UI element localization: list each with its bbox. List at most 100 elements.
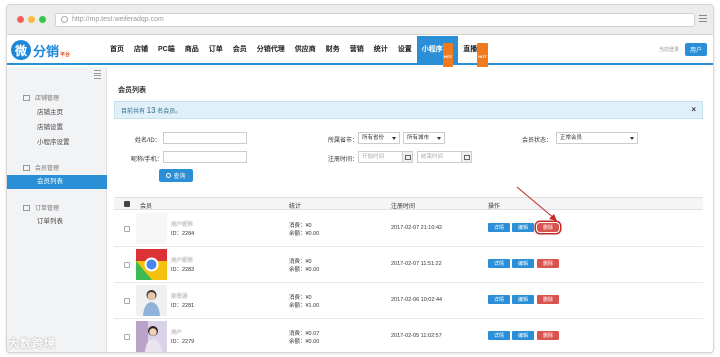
member-name: 郭思源 [171, 294, 188, 300]
edit-button[interactable]: 编辑 [512, 295, 534, 304]
detail-button[interactable]: 详情 [488, 223, 510, 232]
nav-item-live-label: 直播 [463, 46, 478, 53]
chevron-down-icon [630, 137, 634, 140]
globe-icon [61, 16, 68, 23]
row-checkbox[interactable] [124, 298, 130, 304]
avatar [136, 321, 167, 352]
sidebar-item-miniprogram-settings[interactable]: 小程序设置 [7, 136, 107, 150]
row-checkbox[interactable] [124, 334, 130, 340]
chrome-logo-icon [136, 249, 167, 280]
delete-button[interactable]: 删除 [537, 259, 559, 268]
detail-button[interactable]: 详情 [488, 259, 510, 268]
home-icon [23, 94, 30, 101]
sidebar-item-store-settings[interactable]: 店铺设置 [7, 121, 107, 135]
main-content: 会员列表 目前共有 13 名会员。 × 姓名/ID： 昵称/手机： 所属省市： … [108, 67, 713, 352]
nav-item-members[interactable]: 会员 [228, 36, 252, 63]
edit-button[interactable]: 编辑 [512, 259, 534, 268]
header-ops: 操作 [488, 204, 501, 210]
row-checkbox[interactable] [124, 226, 130, 232]
main-nav: 首页 店铺 PC端 商品 订单 会员 分销代理 供应商 财务 营销 统计 设置 … [105, 36, 493, 70]
member-id: ID：2283 [171, 267, 195, 273]
balance-value: 余额：¥0.00 [289, 231, 320, 237]
sidebar-item-order-list[interactable]: 订单列表 [7, 215, 107, 229]
member-id: ID：2281 [171, 303, 195, 309]
status-label: 会员状态： [522, 138, 553, 144]
user-area: 当前登录 用户 [659, 43, 707, 56]
member-name: 用户昵称 [171, 222, 194, 228]
name-input[interactable] [163, 132, 247, 144]
nav-item-statistics[interactable]: 统计 [369, 36, 393, 63]
minimize-window-icon[interactable] [28, 16, 35, 23]
close-window-icon[interactable] [17, 16, 24, 23]
regtime-label: 注册时间： [328, 157, 359, 163]
nav-item-settings[interactable]: 设置 [393, 36, 417, 63]
logo-mark: 微 [11, 40, 31, 60]
query-button[interactable]: 查询 [159, 169, 193, 182]
calendar-icon[interactable] [403, 151, 413, 163]
name-label: 姓名/ID： [135, 138, 161, 144]
search-icon [166, 173, 172, 178]
select-all-checkbox[interactable] [124, 201, 130, 207]
end-date-input[interactable]: 结束时间 [417, 151, 462, 163]
table-header: 会员 统计 注册时间 操作 [114, 197, 703, 210]
province-value: 所有省份 [362, 135, 385, 141]
detail-button[interactable]: 详情 [488, 331, 510, 340]
nav-item-miniprogram[interactable]: 小程序HOT [416, 36, 459, 70]
start-date-input[interactable]: 开始时间 [358, 151, 403, 163]
member-id: ID：2279 [171, 339, 195, 345]
hot-badge: HOT [442, 43, 454, 70]
member-count: 13 [146, 106, 156, 115]
nav-item-pc[interactable]: PC端 [153, 36, 180, 63]
header-stats: 统计 [289, 204, 302, 210]
nav-item-miniprogram-label: 小程序 [421, 46, 443, 53]
browser-menu-icon[interactable] [699, 15, 707, 23]
logo[interactable]: 微 分销 平台 [11, 39, 70, 61]
register-time: 2017-02-07 11:51:22 [391, 261, 442, 267]
phone-input[interactable] [163, 151, 247, 163]
register-time: 2017-02-06 10:02:44 [391, 297, 443, 303]
users-icon [23, 164, 30, 171]
nav-item-distribution[interactable]: 分销代理 [252, 36, 290, 63]
nav-item-finance[interactable]: 财务 [321, 36, 345, 63]
nav-item-store[interactable]: 店铺 [129, 36, 153, 63]
sidebar-collapse-icon[interactable] [94, 70, 101, 80]
browser-window: http://mp.test.weiferadqp.com 微 分销 平台 首页… [6, 4, 714, 353]
consume-value: 消费：¥0 [289, 223, 312, 229]
nav-item-marketing[interactable]: 营销 [345, 36, 369, 63]
row-checkbox[interactable] [124, 262, 130, 268]
watermark: 大数跨境 [8, 338, 56, 350]
user-status-text: 当前登录 [658, 47, 679, 53]
nav-item-home[interactable]: 首页 [105, 36, 129, 63]
city-select[interactable]: 所有城市 [403, 132, 445, 144]
info-banner: 目前共有 13 名会员。 × [114, 101, 703, 119]
nav-item-suppliers[interactable]: 供应商 [290, 36, 321, 63]
query-label: 查询 [173, 174, 186, 180]
address-bar[interactable]: http://mp.test.weiferadqp.com [55, 13, 695, 27]
nav-item-products[interactable]: 商品 [180, 36, 204, 63]
top-navigation: 微 分销 平台 首页 店铺 PC端 商品 订单 会员 分销代理 供应商 财务 营… [7, 36, 713, 70]
delete-button[interactable]: 删除 [537, 331, 559, 340]
delete-button[interactable]: 删除 [537, 295, 559, 304]
sidebar-section-members: 会员管理 [23, 163, 59, 172]
city-value: 所有城市 [407, 135, 430, 141]
sidebar-item-member-list[interactable]: 会员列表 [7, 175, 107, 189]
member-name: 用户昵称 [171, 258, 194, 264]
sidebar-item-store-home[interactable]: 店铺主页 [7, 106, 107, 120]
person-photo [136, 285, 167, 316]
close-icon[interactable]: × [691, 105, 696, 114]
logo-sub: 平台 [60, 52, 71, 58]
annotation-arrow [516, 186, 557, 221]
edit-button[interactable]: 编辑 [512, 331, 534, 340]
province-select[interactable]: 所有省份 [358, 132, 400, 144]
detail-button[interactable]: 详情 [488, 295, 510, 304]
calendar-icon[interactable] [462, 151, 472, 163]
sidebar-section-label: 店铺管理 [35, 96, 60, 102]
nav-item-live[interactable]: 直播HOT [458, 36, 492, 70]
nav-item-orders[interactable]: 订单 [204, 36, 228, 63]
maximize-window-icon[interactable] [39, 16, 46, 23]
status-select[interactable]: 正常会员 [556, 132, 638, 144]
browser-toolbar: http://mp.test.weiferadqp.com [7, 5, 713, 35]
sidebar: 店铺管理 店铺主页 店铺设置 小程序设置 会员管理 会员列表 订单管理 订单列表 [7, 67, 107, 352]
register-time: 2017-02-07 21:10:42 [391, 225, 443, 231]
user-button[interactable]: 用户 [684, 43, 707, 56]
